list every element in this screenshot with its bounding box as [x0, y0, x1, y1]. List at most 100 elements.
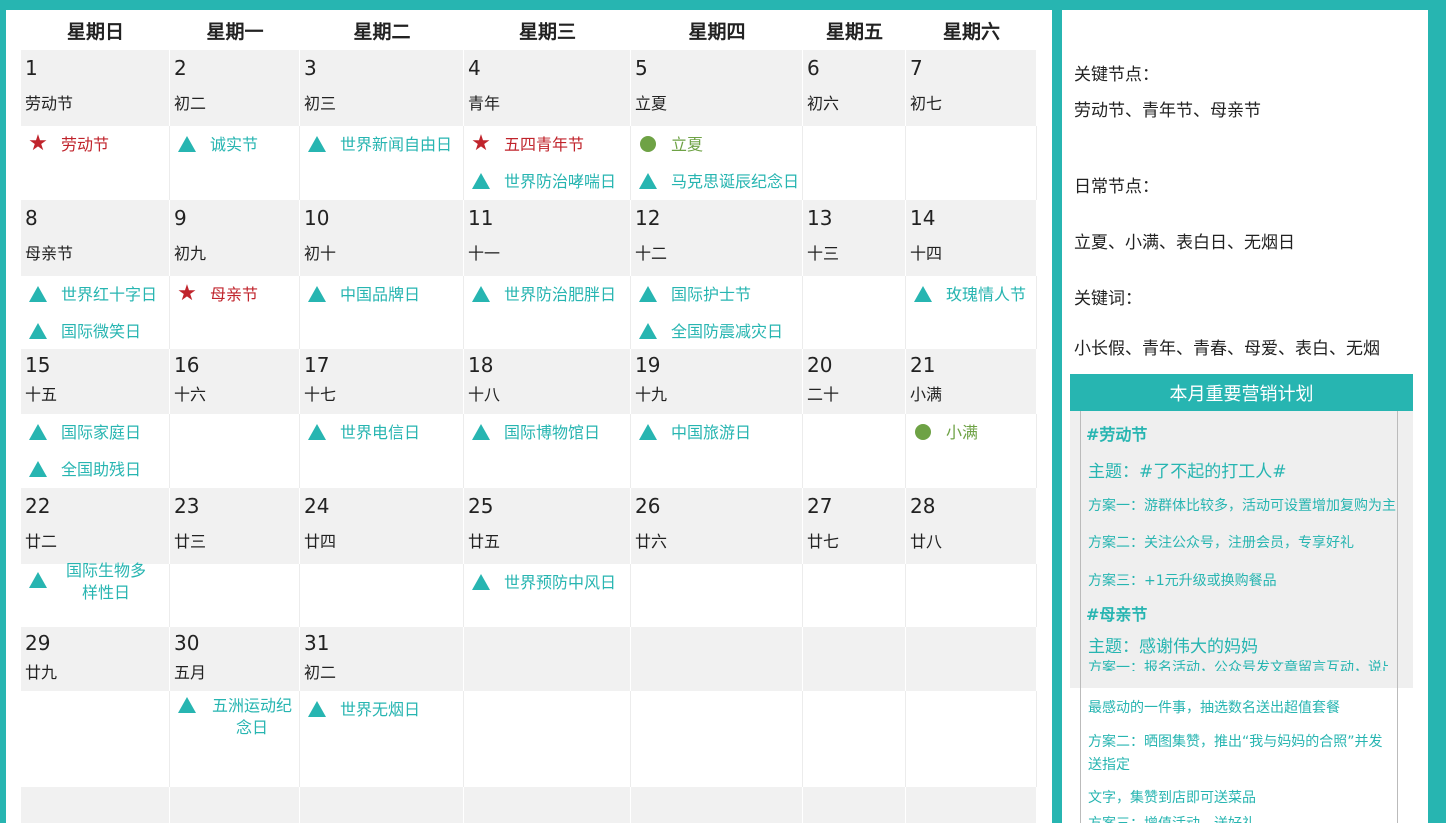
- keywords-value: 小长假、青年、青春、母爱、表白、无烟: [1074, 339, 1380, 359]
- event-cell: 世界红十字日国际微笑日: [21, 276, 170, 349]
- day-cell[interactable]: 20 二十: [803, 349, 906, 414]
- event-cell: 世界无烟日: [300, 691, 464, 787]
- day-cell[interactable]: 27 廿七: [803, 488, 906, 564]
- day-cell[interactable]: 16 十六: [170, 349, 300, 414]
- day-cell[interactable]: 5 立夏: [631, 50, 803, 126]
- calendar-event[interactable]: 马克思诞辰纪念日: [637, 171, 802, 193]
- day-cell[interactable]: 26 廿六: [631, 488, 803, 564]
- calendar-event[interactable]: 国际微笑日: [27, 321, 169, 343]
- day-cell[interactable]: 21 小满: [906, 349, 1037, 414]
- triangle-icon: [29, 286, 47, 302]
- day-cell[interactable]: 22 廿二: [21, 488, 170, 564]
- calendar-event[interactable]: 全国防震减灾日: [637, 321, 802, 343]
- calendar-event[interactable]: 世界无烟日: [306, 699, 463, 721]
- event-cell: 世界电信日: [300, 414, 464, 488]
- day-cell[interactable]: 12 十二: [631, 200, 803, 276]
- day-cell[interactable]: 10 初十: [300, 200, 464, 276]
- calendar-event[interactable]: 小满: [912, 422, 1036, 444]
- circle-icon: [915, 424, 931, 440]
- calendar-event[interactable]: 国际生物多样性日: [27, 560, 169, 604]
- calendar-event[interactable]: 全国助残日: [27, 459, 169, 481]
- day-number: 10: [304, 206, 330, 230]
- day-cell[interactable]: 24 廿四: [300, 488, 464, 564]
- triangle-icon: [639, 173, 657, 189]
- day-cell[interactable]: [803, 627, 906, 691]
- sidebar-panel: 关键节点： 劳动节、青年节、母亲节 日常节点： 立夏、小满、表白日、无烟日 关键…: [1062, 10, 1428, 823]
- day-cell[interactable]: 3 初三: [300, 50, 464, 126]
- week-dates-row: 29 廿九 30 五月 31 初二: [21, 627, 1037, 691]
- triangle-icon: [472, 424, 490, 440]
- day-cell[interactable]: 4 青年: [464, 50, 631, 126]
- calendar-event[interactable]: 诚实节: [176, 134, 299, 156]
- day-cell[interactable]: 2 初二: [170, 50, 300, 126]
- calendar-event[interactable]: 五洲运动纪念日: [176, 695, 299, 739]
- day-cell[interactable]: 31 初二: [300, 627, 464, 691]
- day-cell[interactable]: 15 十五: [21, 349, 170, 414]
- event-label: 国际微笑日: [61, 322, 142, 341]
- event-cell: [803, 564, 906, 627]
- calendar-event[interactable]: 世界防治肥胖日: [470, 284, 630, 306]
- marketing-plan-body[interactable]: #劳动节 主题：#了不起的打工人# 方案一：游群体比较多，活动可设置增加复购为主 方案…: [1070, 411, 1413, 823]
- day-cell[interactable]: 14 十四: [906, 200, 1037, 276]
- calendar-event[interactable]: 世界预防中风日: [470, 572, 630, 594]
- calendar-event[interactable]: ★ 劳动节: [27, 133, 169, 156]
- calendar-event[interactable]: 国际家庭日: [27, 422, 169, 444]
- calendar-event[interactable]: 中国品牌日: [306, 284, 463, 306]
- day-cell[interactable]: 6 初六: [803, 50, 906, 126]
- day-cell[interactable]: 7 初七: [906, 50, 1037, 126]
- event-icon: [176, 134, 198, 154]
- day-cell[interactable]: 30 五月: [170, 627, 300, 691]
- calendar-event[interactable]: 世界电信日: [306, 422, 463, 444]
- event-icon: [306, 284, 328, 304]
- day-cell[interactable]: 1 劳动节: [21, 50, 170, 126]
- calendar-event[interactable]: 世界新闻自由日: [306, 134, 463, 156]
- event-icon: ★: [470, 133, 492, 155]
- event-icon: [637, 321, 659, 341]
- lunar-date: 十二: [635, 244, 668, 263]
- day-cell[interactable]: 25 廿五: [464, 488, 631, 564]
- calendar-event[interactable]: 中国旅游日: [637, 422, 802, 444]
- triangle-icon: [639, 424, 657, 440]
- calendar-event[interactable]: 国际博物馆日: [470, 422, 630, 444]
- calendar-week: 29 廿九 30 五月 31 初二 五洲运动纪念日 世界无烟日: [21, 627, 1037, 787]
- event-label: 劳动节: [61, 135, 110, 154]
- calendar-event[interactable]: 国际护士节: [637, 284, 802, 306]
- calendar-event[interactable]: 世界防治哮喘日: [470, 171, 630, 193]
- event-cell: 国际博物馆日: [464, 414, 631, 488]
- calendar-event[interactable]: ★ 五四青年节: [470, 133, 630, 156]
- day-cell[interactable]: 23 廿三: [170, 488, 300, 564]
- day-cell[interactable]: 29 廿九: [21, 627, 170, 691]
- calendar-event[interactable]: ★ 母亲节: [176, 281, 299, 306]
- event-label: 国际护士节: [671, 285, 752, 304]
- calendar-event[interactable]: 玫瑰情人节: [912, 284, 1036, 306]
- event-cell: 世界新闻自由日: [300, 126, 464, 200]
- day-cell[interactable]: 28 廿八: [906, 488, 1037, 564]
- day-cell[interactable]: 19 十九: [631, 349, 803, 414]
- lunar-date: 立夏: [635, 94, 668, 113]
- event-icon: [306, 422, 328, 442]
- day-cell[interactable]: [464, 627, 631, 691]
- calendar-event[interactable]: 世界红十字日: [27, 284, 169, 306]
- event-icon: [27, 321, 49, 341]
- week-events-row: 国际家庭日全国助残日 世界电信日 国际博物馆日 中国旅游日 小满: [21, 414, 1037, 488]
- event-label: 五洲运动纪念日: [211, 696, 292, 737]
- day-cell[interactable]: 13 十三: [803, 200, 906, 276]
- day-cell[interactable]: 9 初九: [170, 200, 300, 276]
- calendar-event[interactable]: 立夏: [637, 134, 802, 156]
- day-cell[interactable]: 17 十七: [300, 349, 464, 414]
- star-icon: ★: [177, 281, 197, 306]
- triangle-icon: [639, 286, 657, 302]
- empty-day-cell: [631, 787, 803, 823]
- day-number: 31: [304, 631, 330, 655]
- event-label: 世界防治肥胖日: [504, 285, 617, 304]
- day-number: 8: [25, 206, 38, 230]
- event-cell: 中国品牌日: [300, 276, 464, 349]
- day-cell[interactable]: [906, 627, 1037, 691]
- day-number: 25: [468, 494, 494, 518]
- day-cell[interactable]: 8 母亲节: [21, 200, 170, 276]
- day-cell[interactable]: 11 十一: [464, 200, 631, 276]
- keywords-label: 关键词：: [1074, 289, 1142, 309]
- day-cell[interactable]: [631, 627, 803, 691]
- day-cell[interactable]: 18 十八: [464, 349, 631, 414]
- event-icon: [912, 284, 934, 304]
